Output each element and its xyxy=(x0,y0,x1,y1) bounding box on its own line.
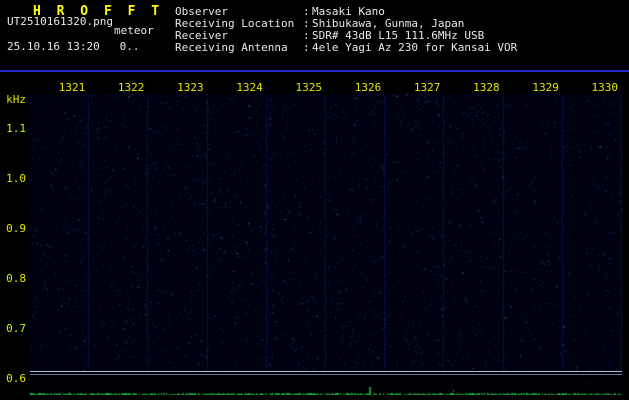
x-tick-label: 1330 xyxy=(591,81,619,94)
hrofft-output: H R O F F T UT2510161320.png meteor 25.1… xyxy=(0,0,629,400)
header-separator-line xyxy=(0,70,629,72)
y-axis-labels: kHz 1.1 1.0 0.9 0.8 0.7 0.6 xyxy=(0,0,28,400)
x-tick-label: 1322 xyxy=(117,81,145,94)
x-tick-label: 1326 xyxy=(354,81,382,94)
x-tick-label: 1328 xyxy=(473,81,500,94)
y-tick-label: 0.7 xyxy=(6,322,26,335)
info-row-location: Receiving Location : Shibukawa, Gunma, J… xyxy=(0,17,629,30)
x-tick-label: 1327 xyxy=(413,81,441,94)
y-tick-label: 0.6 xyxy=(6,372,26,385)
y-axis-unit: kHz xyxy=(6,93,26,106)
x-tick-label: 1324 xyxy=(236,81,263,94)
signal-strip-canvas xyxy=(30,377,622,395)
y-tick-label: 0.8 xyxy=(6,272,26,285)
info-row-receiver: Receiver : SDR# 43dB L15 111.6MHz USB xyxy=(0,29,629,42)
x-tick-label: 1329 xyxy=(532,81,559,94)
y-tick-label: 1.0 xyxy=(6,172,26,185)
x-tick-label: 1323 xyxy=(177,81,204,94)
info-separator: : xyxy=(303,41,310,54)
info-row-observer: Observer : Masaki Kano xyxy=(0,5,629,18)
x-axis-labels: 1321 1322 1323 1324 1325 1326 1327 1328 … xyxy=(30,81,622,94)
info-row-antenna: Receiving Antenna : 4ele Yagi Az 230 for… xyxy=(0,41,629,54)
x-tick-label: 1321 xyxy=(58,81,86,94)
y-tick-label: 0.9 xyxy=(6,222,26,235)
info-value-antenna: 4ele Yagi Az 230 for Kansai VOR xyxy=(312,41,518,54)
info-label-antenna: Receiving Antenna xyxy=(175,41,288,54)
level-line-dim xyxy=(30,374,622,375)
y-tick-label: 1.1 xyxy=(6,122,26,135)
spectrogram-canvas xyxy=(30,94,622,371)
level-line-bright xyxy=(30,371,622,372)
x-tick-label: 1325 xyxy=(295,81,323,94)
